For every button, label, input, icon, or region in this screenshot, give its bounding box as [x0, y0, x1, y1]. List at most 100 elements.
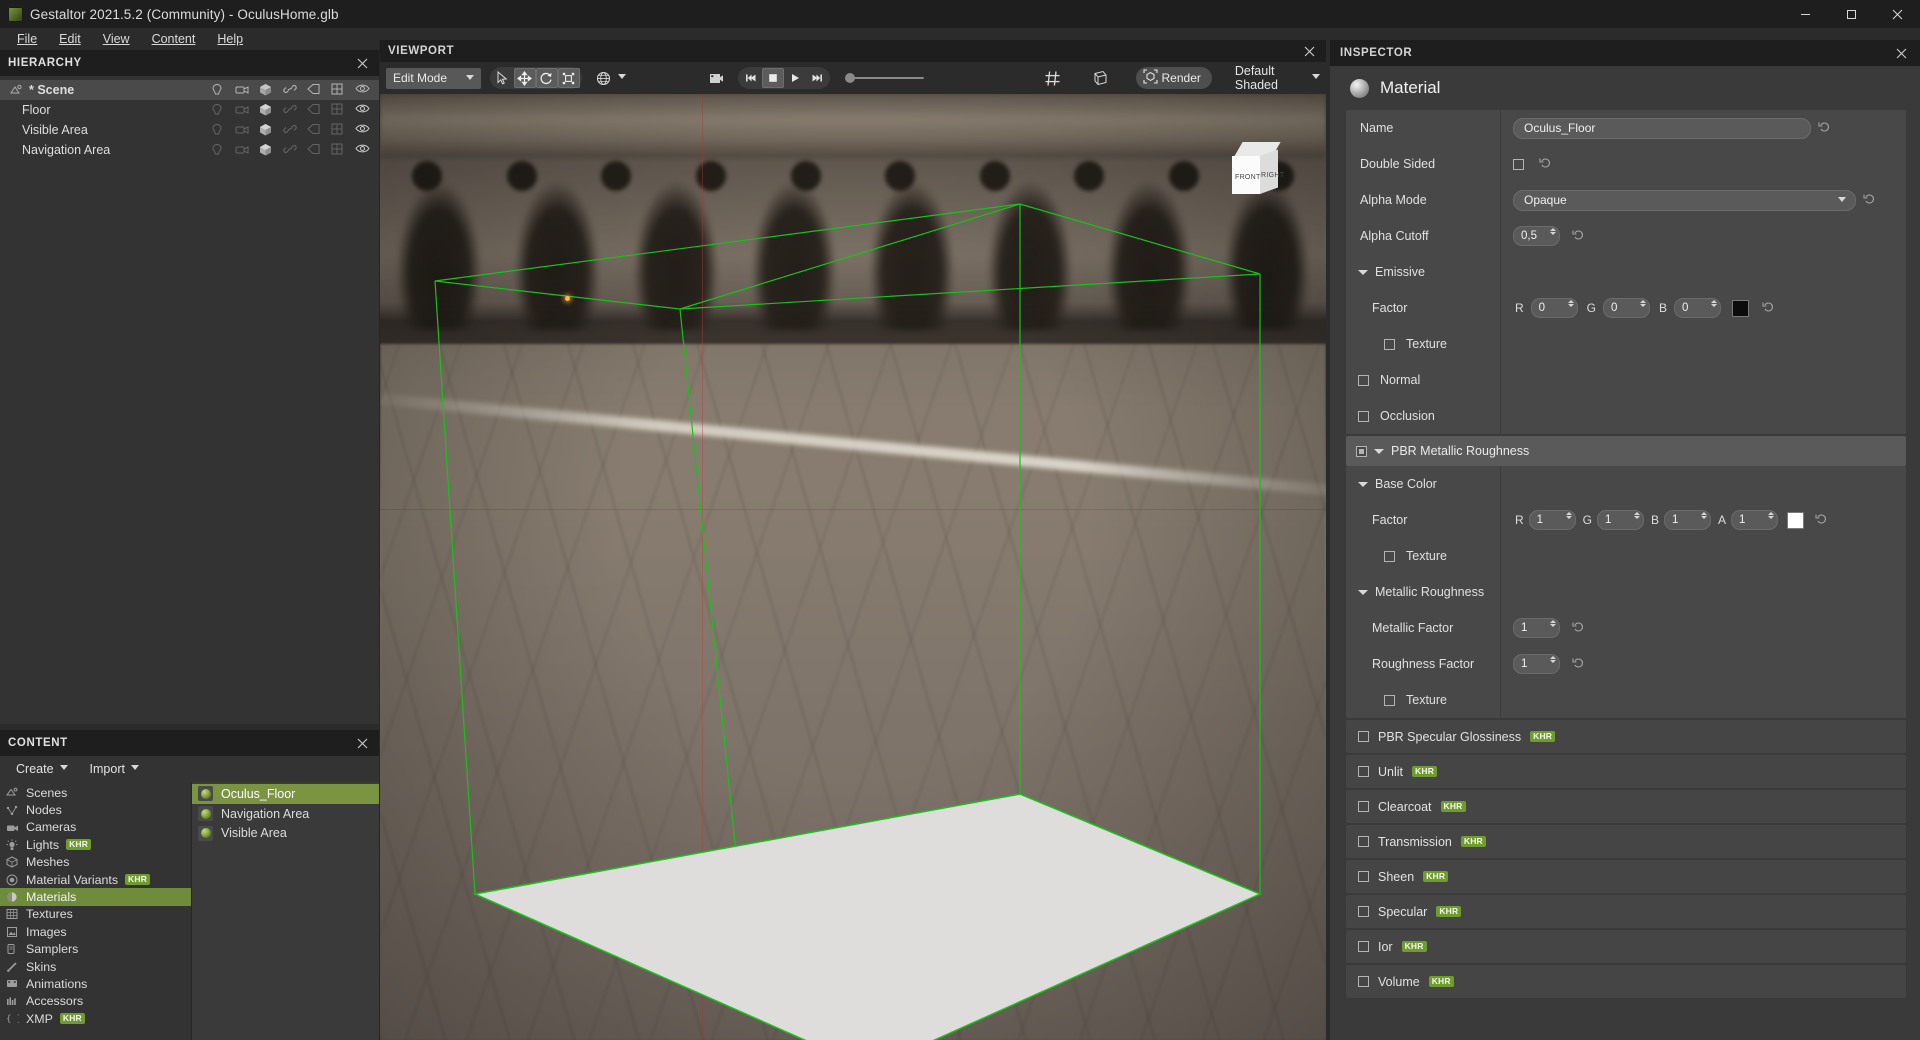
property-group-emissive[interactable]: Emissive [1346, 254, 1906, 290]
list-item[interactable]: Oculus_Floor [192, 784, 379, 804]
tag-icon[interactable] [307, 143, 321, 157]
light-icon[interactable] [211, 103, 225, 117]
emissive-color-swatch[interactable] [1732, 299, 1750, 317]
tree-row[interactable]: * Scene [0, 80, 379, 100]
create-button[interactable]: Create [16, 762, 68, 776]
extension-row-volume[interactable]: Volume KHR [1346, 965, 1906, 998]
play-button[interactable] [784, 68, 806, 88]
eye-icon[interactable] [355, 103, 370, 117]
alpha-cutoff-input[interactable]: 0,5 [1513, 226, 1560, 246]
extension-checkbox[interactable] [1358, 836, 1369, 847]
stepper-arrows[interactable] [1640, 300, 1647, 307]
close-button[interactable] [1874, 0, 1920, 28]
shading-mode-select[interactable]: Default Shaded [1231, 64, 1321, 92]
content-category-scenes[interactable]: Scenes [0, 784, 191, 801]
camera-icon[interactable] [235, 103, 249, 117]
occlusion-checkbox[interactable] [1358, 410, 1369, 422]
skip-back-button[interactable] [740, 68, 762, 88]
reset-icon[interactable] [1539, 157, 1553, 171]
grid-icon[interactable] [331, 143, 345, 157]
roughness-factor-input[interactable]: 1 [1513, 654, 1560, 674]
menu-content[interactable]: Content [141, 30, 207, 48]
tree-row[interactable]: Visible Area [0, 120, 379, 140]
rotate-tool-button[interactable] [535, 68, 558, 88]
content-category-cameras[interactable]: Cameras [0, 819, 191, 836]
select-tool-button[interactable] [492, 68, 514, 88]
light-icon[interactable] [211, 123, 225, 137]
extension-row-clearcoat[interactable]: Clearcoat KHR [1346, 790, 1906, 823]
content-category-material-variants[interactable]: Material Variants KHR [0, 871, 191, 888]
metallic-roughness-texture-checkbox[interactable] [1384, 694, 1395, 706]
property-group-metallic-roughness[interactable]: Metallic Roughness [1346, 574, 1906, 610]
link-icon[interactable] [283, 143, 297, 157]
reset-icon[interactable] [1572, 229, 1586, 243]
name-input[interactable]: Oculus_Floor [1513, 117, 1811, 139]
reset-icon[interactable] [1815, 513, 1829, 527]
edit-mode-select[interactable]: Edit Mode [386, 67, 481, 89]
camera-icon[interactable] [235, 143, 249, 157]
film-icon[interactable] [707, 67, 725, 89]
content-category-meshes[interactable]: Meshes [0, 854, 191, 871]
extension-checkbox[interactable] [1358, 871, 1369, 882]
light-icon[interactable] [211, 143, 225, 157]
minimize-button[interactable] [1782, 0, 1828, 28]
content-category-accessors[interactable]: Accessors [0, 993, 191, 1010]
extension-row-pbr-specular-glossiness[interactable]: PBR Specular Glossiness KHR [1346, 720, 1906, 753]
menu-help[interactable]: Help [206, 30, 254, 48]
grid-icon[interactable] [331, 83, 345, 97]
grid-icon[interactable] [331, 123, 345, 137]
extension-checkbox[interactable] [1358, 801, 1369, 812]
import-button[interactable]: Import [90, 762, 139, 776]
mesh-icon[interactable] [259, 123, 273, 137]
mesh-icon[interactable] [259, 143, 273, 157]
base-color-texture-checkbox[interactable] [1384, 550, 1395, 562]
tag-icon[interactable] [307, 83, 321, 97]
extension-checkbox[interactable] [1358, 976, 1369, 987]
camera-icon[interactable] [235, 123, 249, 137]
tag-icon[interactable] [307, 103, 321, 117]
extension-row-ior[interactable]: Ior KHR [1346, 930, 1906, 963]
extension-row-sheen[interactable]: Sheen KHR [1346, 860, 1906, 893]
view-orientation-gizmo[interactable]: FRONT RIGHT [1232, 142, 1284, 194]
mesh-icon[interactable] [259, 83, 273, 97]
skip-forward-button[interactable] [806, 68, 828, 88]
chevron-down-icon[interactable] [618, 73, 627, 79]
reset-icon[interactable] [1572, 657, 1586, 671]
stepper-arrows[interactable] [1634, 512, 1641, 519]
stepper-arrows[interactable] [1711, 300, 1718, 307]
normal-checkbox[interactable] [1358, 374, 1369, 386]
stepper-arrows[interactable] [1701, 512, 1708, 519]
extension-checkbox[interactable] [1358, 906, 1369, 917]
hierarchy-close-icon[interactable] [353, 54, 371, 72]
emissive-b-input[interactable]: 0 [1674, 298, 1722, 318]
menu-edit[interactable]: Edit [48, 30, 92, 48]
list-item[interactable]: Navigation Area [192, 804, 379, 824]
eye-icon[interactable] [355, 83, 370, 97]
emissive-r-input[interactable]: 0 [1530, 298, 1578, 318]
content-category-images[interactable]: Images [0, 923, 191, 940]
content-category-samplers[interactable]: Samplers [0, 941, 191, 958]
viewport-close-icon[interactable] [1300, 42, 1318, 60]
base-color-b-input[interactable]: 1 [1664, 510, 1712, 530]
maximize-button[interactable] [1828, 0, 1874, 28]
base-color-a-input[interactable]: 1 [1731, 510, 1779, 530]
stop-button[interactable] [762, 68, 785, 88]
content-category-textures[interactable]: Textures [0, 906, 191, 923]
reset-icon[interactable] [1762, 301, 1776, 315]
link-icon[interactable] [283, 83, 297, 97]
bounding-box-icon[interactable] [1090, 67, 1108, 89]
emissive-g-input[interactable]: 0 [1603, 298, 1651, 318]
metallic-factor-input[interactable]: 1 [1513, 618, 1560, 638]
base-color-swatch[interactable] [1787, 511, 1805, 529]
content-close-icon[interactable] [353, 734, 371, 752]
extension-row-transmission[interactable]: Transmission KHR [1346, 825, 1906, 858]
mesh-icon[interactable] [259, 103, 273, 117]
eye-icon[interactable] [355, 143, 370, 157]
content-category-lights[interactable]: Lights KHR [0, 836, 191, 853]
inspector-close-icon[interactable] [1892, 44, 1910, 62]
link-icon[interactable] [283, 123, 297, 137]
content-category-materials[interactable]: Materials [0, 888, 191, 906]
stepper-arrows[interactable] [1550, 656, 1556, 663]
scale-tool-button[interactable] [557, 68, 580, 88]
tag-icon[interactable] [307, 123, 321, 137]
